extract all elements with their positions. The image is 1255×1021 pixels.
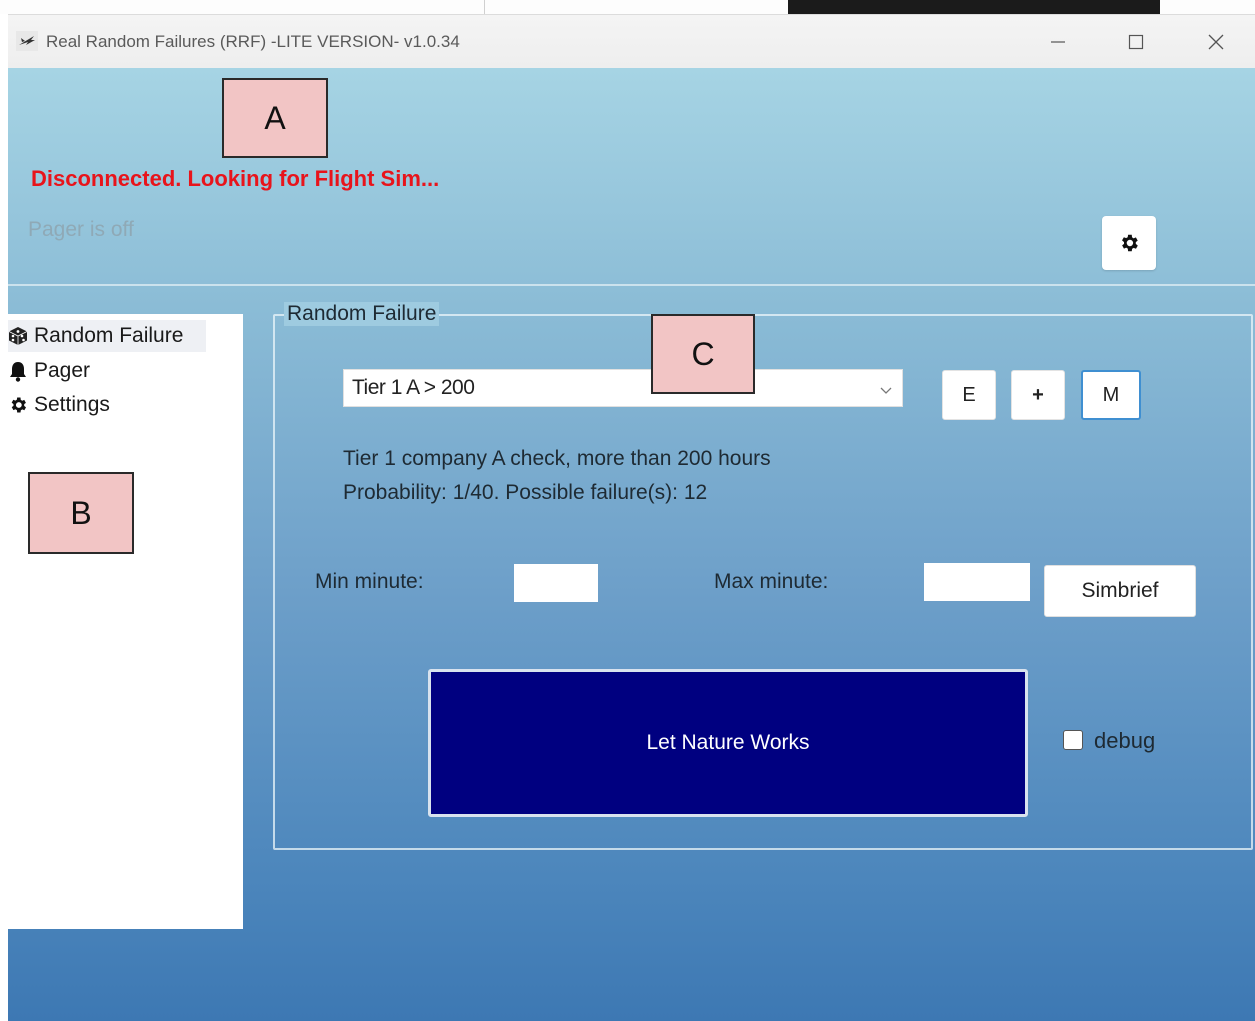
maximize-button[interactable] [1111, 25, 1161, 59]
sidebar-item-pager[interactable]: Pager [8, 355, 90, 387]
sidebar-item-label: Pager [34, 359, 91, 382]
sidebar-item-label: Settings [34, 393, 110, 416]
minimize-button[interactable] [1033, 25, 1083, 59]
failure-probability: Probability: 1/40. Possible failure(s): … [343, 481, 708, 504]
annotation-label-b: B [28, 472, 134, 554]
add-button[interactable]: + [1011, 370, 1065, 420]
sidebar-item-label: Random Failure [34, 324, 184, 347]
simbrief-button[interactable]: Simbrief [1044, 565, 1196, 617]
tier-select[interactable]: Tier 1 A > 200 [343, 369, 903, 407]
bell-icon [8, 360, 34, 382]
dice-icon [8, 325, 34, 347]
min-minute-label: Min minute: [315, 570, 424, 593]
tier-select-value: Tier 1 A > 200 [352, 376, 475, 399]
gear-icon [8, 394, 34, 416]
close-icon [1208, 34, 1224, 50]
min-minute-input[interactable] [514, 564, 598, 602]
e-button[interactable]: E [942, 370, 996, 420]
gear-icon [1122, 234, 1138, 252]
group-title: Random Failure [284, 302, 440, 326]
debug-checkbox[interactable] [1063, 730, 1083, 750]
connection-status: Disconnected. Looking for Flight Sim... [31, 166, 440, 191]
let-nature-works-button[interactable]: Let Nature Works [428, 669, 1028, 817]
m-button[interactable]: M [1081, 370, 1141, 420]
window-title: Real Random Failures (RRF) -LITE VERSION… [46, 32, 460, 51]
debug-label: debug [1094, 728, 1156, 753]
pager-status: Pager is off [28, 218, 134, 241]
title-bar[interactable]: Real Random Failures (RRF) -LITE VERSION… [8, 14, 1255, 69]
app-window: Real Random Failures (RRF) -LITE VERSION… [8, 14, 1255, 1021]
annotation-label-c: C [651, 314, 755, 394]
settings-button[interactable] [1102, 216, 1156, 270]
annotation-label-a: A [222, 78, 328, 158]
max-minute-label: Max minute: [714, 570, 829, 593]
sidebar-item-settings[interactable]: Settings [8, 389, 110, 421]
background-window-strip [0, 0, 1255, 14]
failure-description: Tier 1 company A check, more than 200 ho… [343, 447, 771, 470]
sidebar-item-random-failure[interactable]: Random Failure [8, 320, 206, 352]
maximize-icon [1128, 34, 1144, 50]
header-divider [8, 284, 1255, 286]
chevron-down-icon [878, 380, 894, 396]
client-area: A Disconnected. Looking for Flight Sim..… [8, 68, 1255, 1021]
app-icon [16, 31, 38, 51]
minimize-icon [1051, 41, 1065, 43]
max-minute-input[interactable] [924, 563, 1030, 601]
close-button[interactable] [1191, 25, 1241, 59]
